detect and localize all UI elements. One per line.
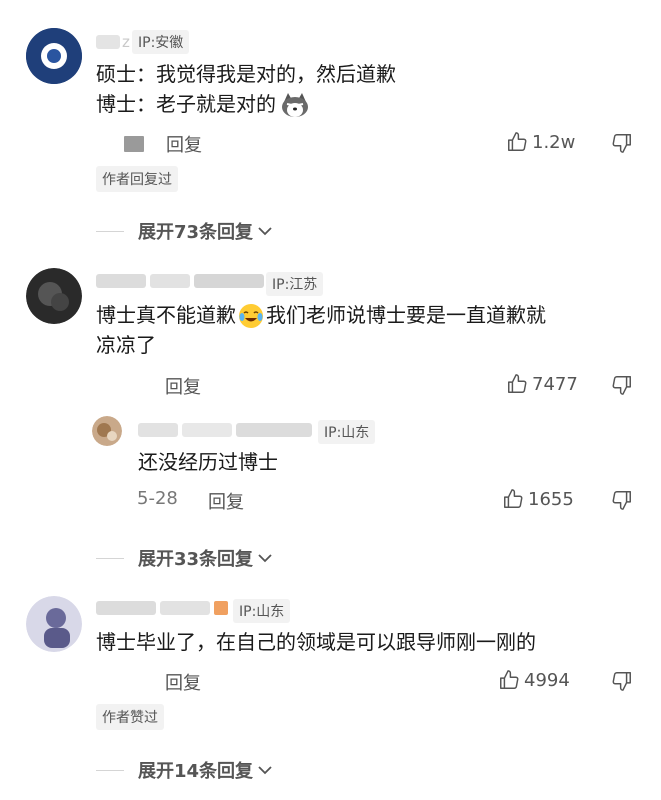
like-count: 1655 <box>528 488 574 510</box>
thumbs-up-icon <box>502 488 524 510</box>
thumbs-up-icon <box>506 131 528 153</box>
thumbs-down-icon[interactable] <box>611 374 633 396</box>
badge-emoji-icon <box>214 601 228 615</box>
username[interactable]: z <box>96 33 130 51</box>
like-count: 4994 <box>524 669 570 691</box>
crying-laughing-emoji-icon <box>238 303 264 329</box>
reply-action[interactable]: 回复 <box>124 131 202 157</box>
divider-line <box>96 230 124 232</box>
reply-date: 5-28 <box>137 488 178 509</box>
author-replied-badge: 作者回复过 <box>96 166 178 192</box>
like-button[interactable]: 7477 <box>506 373 578 395</box>
chevron-down-icon <box>257 552 273 564</box>
comment-text-line-2-text: 博士：老子就是对的 <box>96 92 276 116</box>
expand-replies-button[interactable]: 展开33条回复 <box>96 545 273 571</box>
reply-button[interactable]: 回复 <box>165 373 201 399</box>
image-placeholder-icon <box>124 136 144 152</box>
avatar[interactable] <box>26 28 82 84</box>
comment-text-line-2: 凉凉了 <box>96 333 156 357</box>
comment-text-line-1: 硕士：我觉得我是对的，然后道歉 <box>96 62 396 86</box>
like-button[interactable]: 4994 <box>498 669 570 691</box>
avatar-image-icon <box>92 416 122 446</box>
avatar-image-icon <box>26 596 82 652</box>
like-button[interactable]: 1655 <box>502 488 574 510</box>
chevron-down-icon <box>257 225 273 237</box>
thumbs-up-icon <box>498 669 520 691</box>
avatar[interactable] <box>92 416 122 446</box>
reply-button[interactable]: 回复 <box>165 669 201 695</box>
like-count: 7477 <box>532 373 578 395</box>
ip-location-tag: IP:山东 <box>233 599 291 623</box>
expand-replies-button[interactable]: 展开14条回复 <box>96 757 273 783</box>
comment-text-line-1: 博士真不能道歉 我们老师说博士要是一直道歉就 <box>96 301 546 330</box>
avatar[interactable] <box>26 596 82 652</box>
username[interactable] <box>138 423 312 437</box>
divider-line <box>96 769 124 771</box>
expand-replies-label: 展开14条回复 <box>138 761 254 782</box>
username[interactable] <box>96 274 264 288</box>
author-liked-badge: 作者赞过 <box>96 704 164 730</box>
comment-text-line-1: 博士毕业了，在自己的领域是可以跟导师刚一刚的 <box>96 630 536 654</box>
expand-replies-label: 展开73条回复 <box>138 222 254 243</box>
comment-text-line-1-rest: 我们老师说博士要是一直道歉就 <box>266 303 546 327</box>
thumbs-up-icon <box>506 373 528 395</box>
reply-button[interactable]: 回复 <box>166 131 202 157</box>
avatar[interactable] <box>26 268 82 324</box>
thumbs-down-icon[interactable] <box>611 489 633 511</box>
expand-replies-label: 展开33条回复 <box>138 549 254 570</box>
username-text: z <box>122 33 130 51</box>
thumbs-down-icon[interactable] <box>611 132 633 154</box>
expand-replies-button[interactable]: 展开73条回复 <box>96 218 273 244</box>
reply-text: 还没经历过博士 <box>138 450 278 474</box>
avatar-image-icon <box>26 268 82 324</box>
username[interactable] <box>96 601 228 615</box>
thumbs-down-icon[interactable] <box>611 670 633 692</box>
reply-button[interactable]: 回复 <box>208 488 244 514</box>
comment-text-line-2: 博士：老子就是对的 <box>96 90 310 119</box>
comment-text-line-1-text: 博士真不能道歉 <box>96 303 236 327</box>
avatar-image-icon <box>26 28 82 84</box>
chevron-down-icon <box>257 764 273 776</box>
husky-emoji-icon <box>280 92 310 118</box>
ip-location-tag: IP:江苏 <box>266 272 324 296</box>
like-count: 1.2w <box>532 131 576 153</box>
ip-location-tag: IP:山东 <box>318 420 376 444</box>
ip-location-tag: IP:安徽 <box>132 30 190 54</box>
divider-line <box>96 557 124 559</box>
like-button[interactable]: 1.2w <box>506 131 575 153</box>
